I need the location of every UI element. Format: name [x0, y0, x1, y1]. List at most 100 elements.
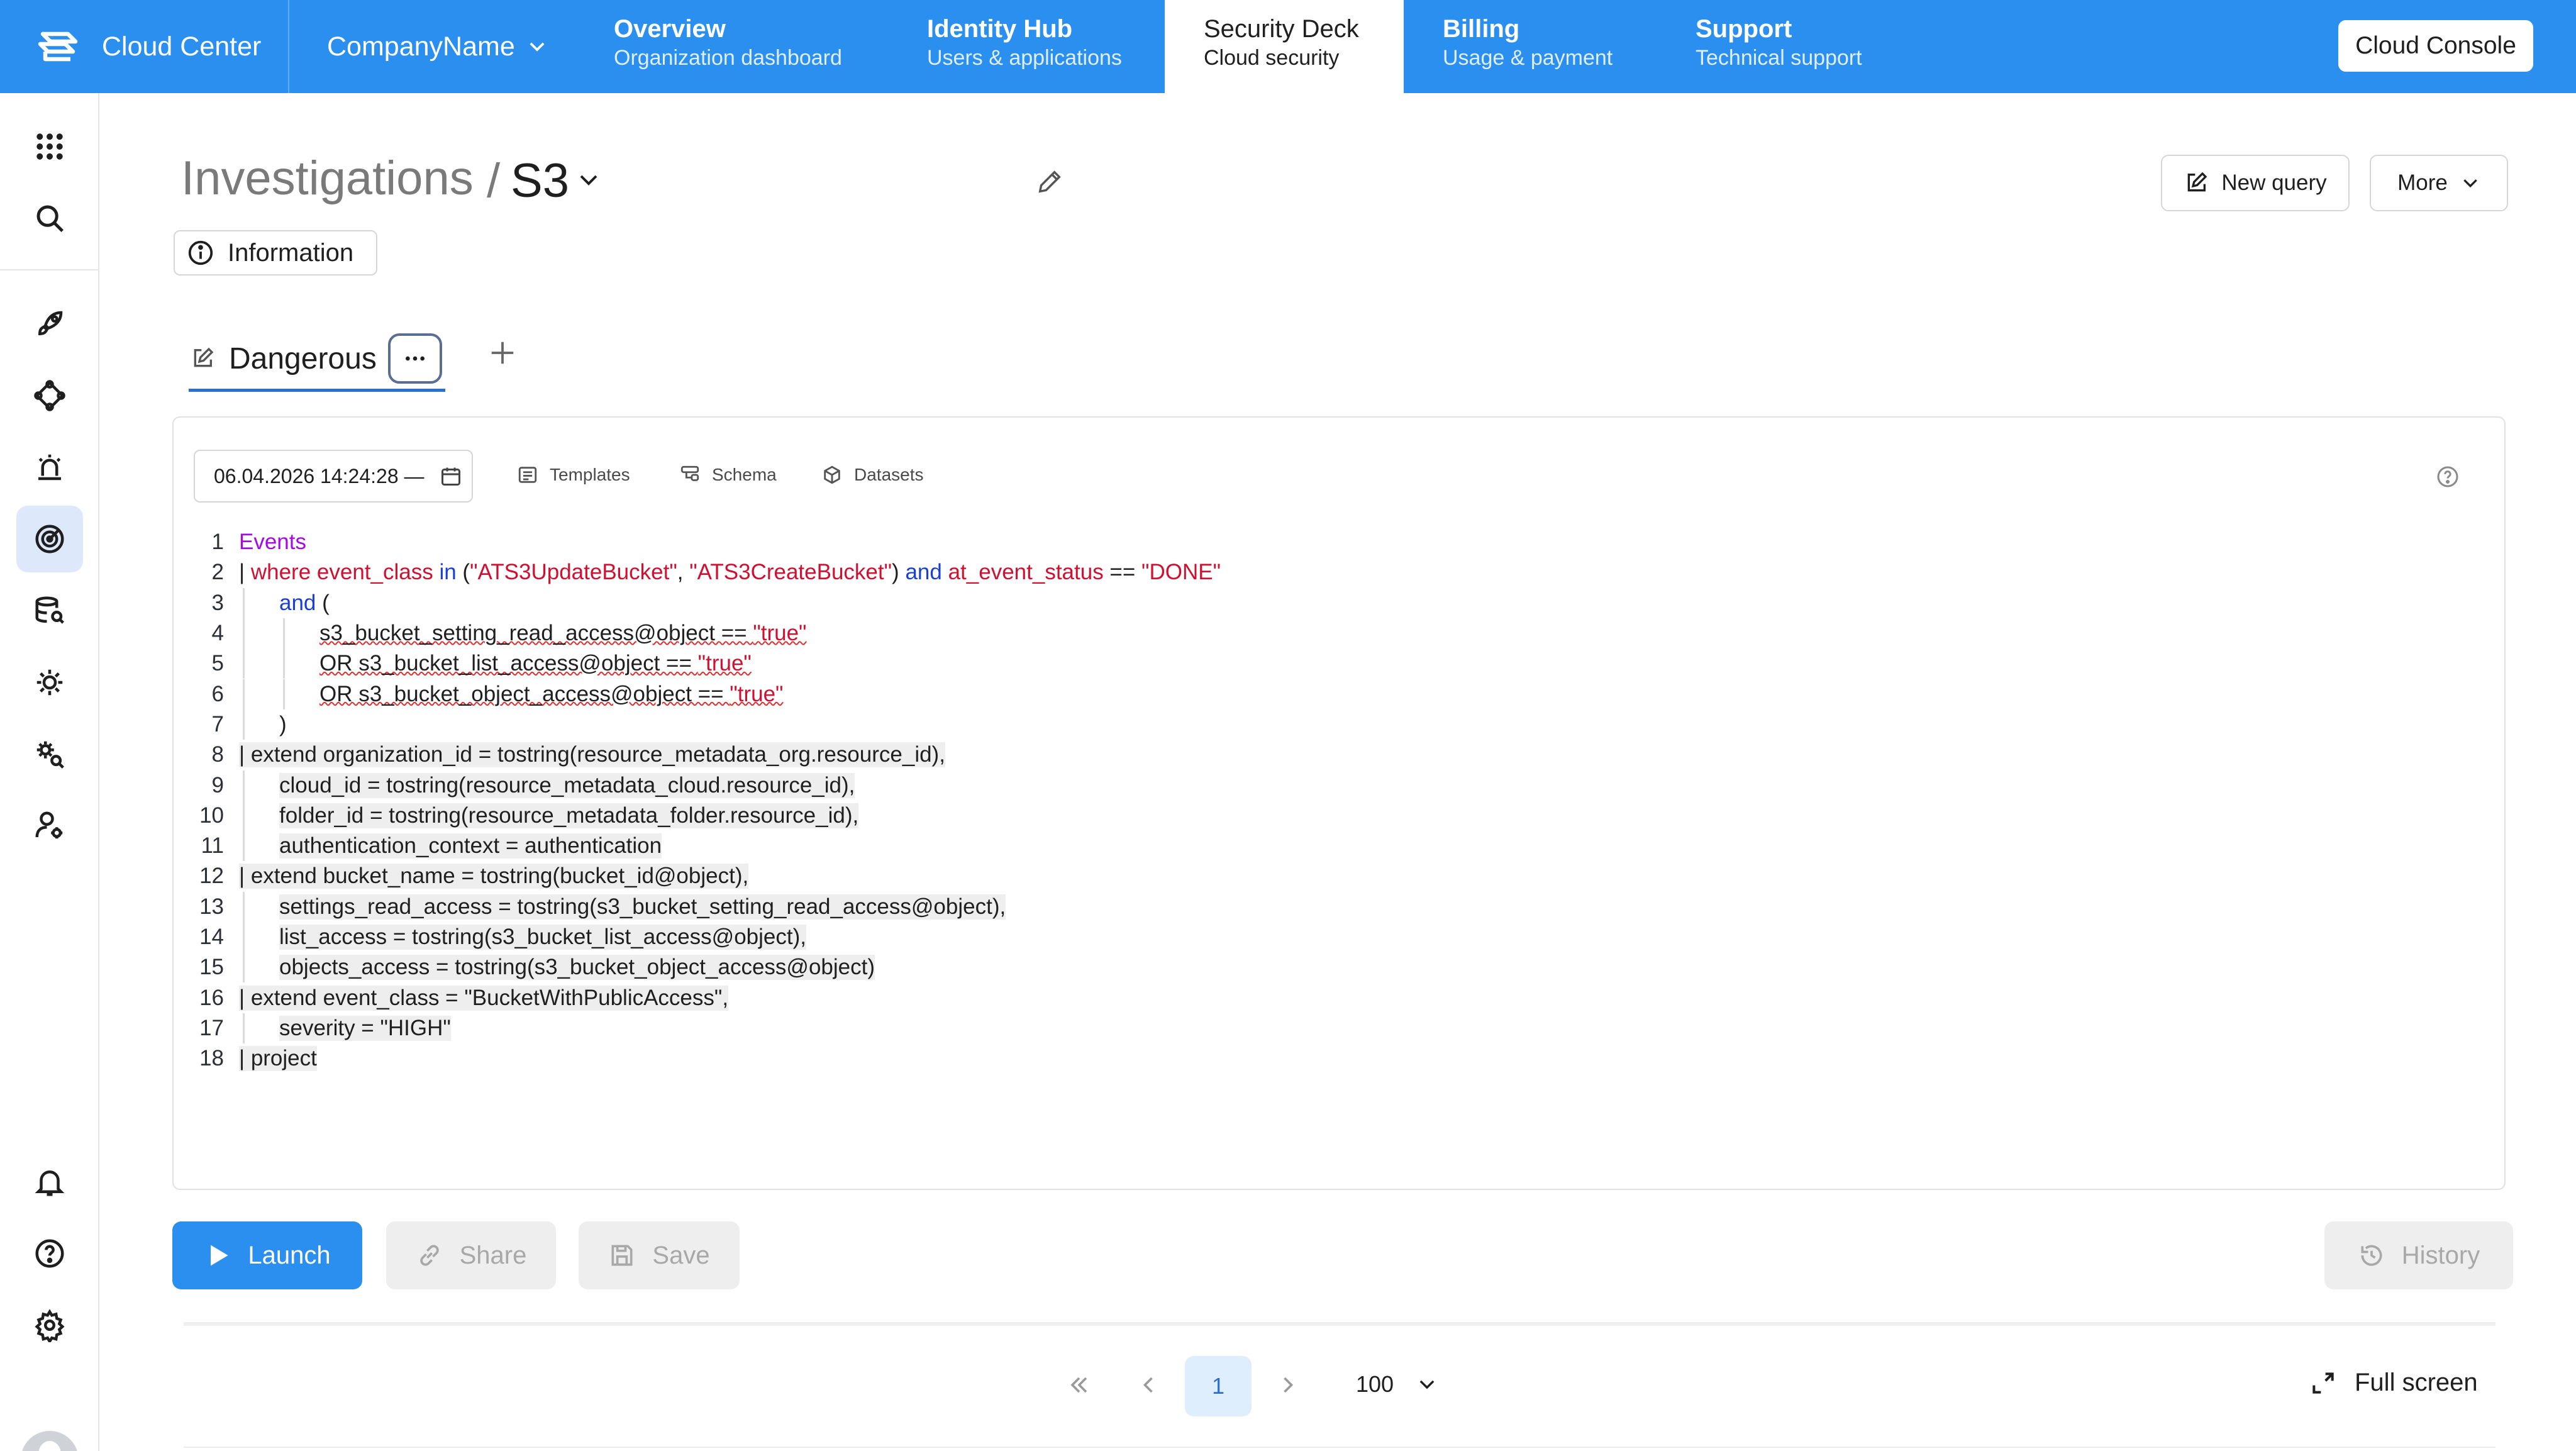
database-search-icon[interactable]	[16, 577, 83, 644]
datasets-button[interactable]: Datasets	[821, 464, 924, 486]
code-text: list_access = tostring(s3_bucket_list_ac…	[239, 922, 806, 952]
line-number: 6	[211, 681, 224, 706]
breadcrumb-investigations[interactable]: Investigations	[181, 151, 474, 206]
code-text: | extend bucket_name = tostring(bucket_i…	[239, 864, 749, 889]
cloud-console-button[interactable]: Cloud Console	[2338, 20, 2533, 72]
tab-title: Overview	[614, 15, 726, 43]
add-tab-plus-icon[interactable]	[488, 338, 517, 367]
query-tab-menu-button[interactable]	[387, 333, 442, 384]
line-number: 17	[199, 1015, 224, 1040]
gear-search-icon[interactable]	[16, 721, 83, 787]
bell-icon[interactable]	[16, 1148, 83, 1215]
code-text: and (	[239, 587, 330, 618]
code-line: 6 OR s3_bucket_object_access@object == "t…	[189, 679, 1221, 709]
avatar[interactable]	[21, 1431, 79, 1451]
code-editor[interactable]: 1 Events 2 | where event_class in ("ATS3Upd…	[189, 527, 1221, 1074]
code-line: 1 Events	[189, 527, 1221, 557]
schema-button[interactable]: Schema	[679, 464, 777, 486]
datasets-label: Datasets	[854, 465, 924, 484]
save-button[interactable]: Save	[579, 1221, 740, 1289]
brand[interactable]: Cloud Center	[0, 0, 289, 93]
bottom-divider	[184, 1447, 2496, 1448]
query-tab-dangerous[interactable]: Dangerous	[190, 327, 442, 390]
rocket-icon[interactable]	[16, 291, 83, 357]
help-icon[interactable]	[2435, 464, 2460, 489]
brand-name: Cloud Center	[102, 31, 262, 62]
cloud-center-logo-icon	[38, 31, 78, 62]
previous-page-icon[interactable]	[1135, 1371, 1162, 1399]
chevron-down-icon[interactable]	[576, 167, 601, 192]
ellipsis-icon	[405, 356, 425, 361]
current-page-button[interactable]: 1	[1185, 1356, 1252, 1416]
information-button[interactable]: Information	[174, 230, 377, 275]
user-gear-icon[interactable]	[16, 792, 83, 859]
tab-identity-hub[interactable]: Identity Hub Users & applications	[927, 0, 1122, 93]
page-size-select[interactable]: 100	[1356, 1371, 1438, 1398]
line-number: 11	[201, 833, 224, 859]
tab-billing[interactable]: Billing Usage & payment	[1443, 0, 1613, 93]
code-line: 3 and (	[189, 587, 1221, 618]
tab-support[interactable]: Support Technical support	[1696, 0, 1862, 93]
code-text: Events	[239, 530, 306, 555]
tab-security-deck[interactable]: Security Deck Cloud security	[1165, 0, 1404, 93]
gear-icon[interactable]	[16, 1292, 83, 1359]
code-text: | where event_class in ("ATS3UpdateBucke…	[239, 560, 1221, 585]
alarm-icon[interactable]	[16, 434, 83, 501]
code-line: 9 cloud_id = tostring(resource_metadata_c…	[189, 770, 1221, 801]
history-button[interactable]: History	[2324, 1221, 2513, 1289]
code-text: settings_read_access = tostring(s3_bucke…	[239, 891, 1006, 922]
code-text: objects_access = tostring(s3_bucket_obje…	[239, 952, 875, 983]
tab-subtitle: Users & applications	[927, 46, 1122, 70]
line-number: 9	[211, 772, 224, 798]
link-icon	[419, 1245, 439, 1266]
apps-grid-icon[interactable]	[16, 113, 83, 180]
edit-pencil-icon[interactable]	[1035, 167, 1064, 196]
search-icon[interactable]	[16, 185, 83, 252]
tab-title: Support	[1696, 15, 1792, 43]
sidebar-divider	[0, 269, 99, 270]
radar-icon[interactable]	[16, 506, 83, 572]
tab-subtitle: Organization dashboard	[614, 46, 842, 70]
more-button[interactable]: More	[2370, 155, 2508, 211]
tab-title: Identity Hub	[927, 15, 1073, 43]
cube-icon	[824, 465, 840, 484]
schema-icon	[680, 465, 699, 481]
datetime-range-picker[interactable]: 06.04.2026 14:24:28 —	[194, 450, 473, 503]
first-page-icon[interactable]	[1065, 1371, 1093, 1399]
full-screen-label: Full screen	[2355, 1369, 2478, 1396]
next-page-icon[interactable]	[1274, 1371, 1302, 1399]
tab-overview[interactable]: Overview Organization dashboard	[614, 0, 842, 93]
company-selector[interactable]: CompanyName	[289, 0, 560, 93]
line-number: 7	[211, 711, 224, 737]
code-text: severity = "HIGH"	[239, 1013, 451, 1043]
launch-button[interactable]: Launch	[172, 1221, 362, 1289]
new-query-button[interactable]: New query	[2161, 155, 2350, 211]
nodes-icon[interactable]	[16, 362, 83, 429]
new-query-label: New query	[2221, 170, 2327, 195]
info-icon	[188, 240, 213, 265]
code-text: | extend organization_id = tostring(reso…	[239, 742, 945, 768]
code-line: 17 severity = "HIGH"	[189, 1013, 1221, 1043]
chevron-down-icon	[2463, 179, 2477, 188]
floppy-icon	[611, 1245, 633, 1266]
launch-label: Launch	[248, 1241, 331, 1269]
help-icon[interactable]	[16, 1220, 83, 1287]
code-text: )	[239, 709, 287, 740]
line-number: 13	[199, 894, 224, 919]
code-text: cloud_id = tostring(resource_metadata_cl…	[239, 770, 855, 801]
templates-button[interactable]: Templates	[517, 464, 630, 486]
line-number: 15	[199, 955, 224, 980]
settings-bug-icon[interactable]	[16, 649, 83, 716]
templates-label: Templates	[550, 465, 630, 484]
code-line: 7)	[189, 709, 1221, 740]
line-number: 10	[199, 803, 224, 828]
tab-subtitle: Usage & payment	[1443, 46, 1613, 70]
share-button[interactable]: Share	[386, 1221, 556, 1289]
schema-label: Schema	[712, 465, 777, 484]
code-line: 8 | extend organization_id = tostring(res…	[189, 740, 1221, 770]
results-divider	[184, 1322, 2496, 1326]
line-number: 14	[199, 925, 224, 949]
code-text: | extend event_class = "BucketWithPublic…	[239, 985, 729, 1011]
full-screen-button[interactable]: Full screen	[2309, 1369, 2478, 1397]
line-number: 2	[211, 560, 224, 585]
